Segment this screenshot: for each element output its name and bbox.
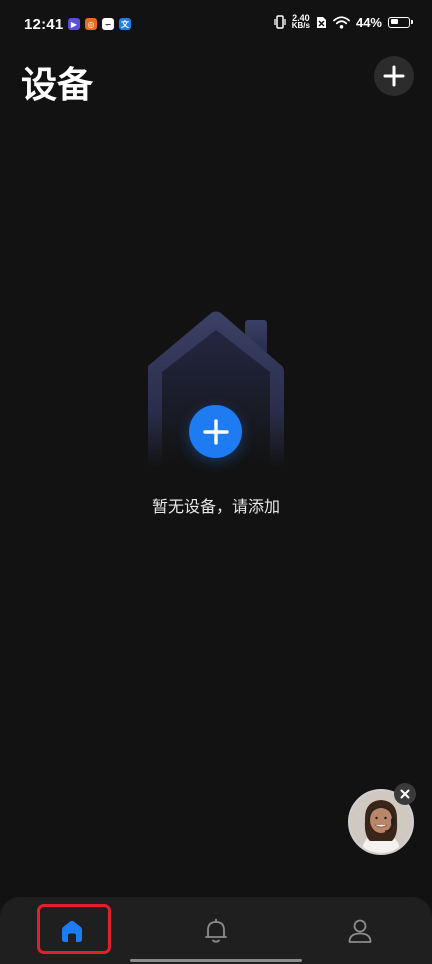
- vibrate-icon: [274, 15, 286, 29]
- empty-add-device-button[interactable]: [189, 405, 242, 458]
- battery-percent: 44%: [355, 14, 382, 30]
- status-time: 12:41: [24, 16, 64, 33]
- status-bar: 12:41 ▶ ◎ ∽ 文 2.40 KB/s 44%: [0, 0, 432, 52]
- empty-state-message: 暂无设备，请添加: [151, 499, 280, 516]
- assistant-close-button[interactable]: [394, 783, 416, 805]
- active-tab-highlight: [37, 904, 111, 954]
- cloud-app-icon: ∽: [102, 18, 114, 30]
- close-icon: [400, 789, 410, 799]
- no-sim-icon: [316, 16, 326, 28]
- nav-item-profile[interactable]: [288, 897, 432, 964]
- plus-icon: [202, 418, 229, 445]
- network-speed: 2.40 KB/s: [292, 14, 310, 30]
- battery-icon: [388, 16, 413, 28]
- page-title: 设备: [21, 64, 94, 105]
- status-right-group: 2.40 KB/s 44%: [274, 14, 413, 30]
- plus-icon: [383, 65, 405, 87]
- bell-icon: [205, 918, 227, 943]
- person-icon: [348, 919, 372, 943]
- orange-app-icon: ◎: [85, 18, 97, 30]
- notification-app-icons: ▶ ◎ ∽ 文: [68, 18, 131, 30]
- network-speed-unit: KB/s: [291, 21, 310, 30]
- battery-level: [390, 19, 398, 24]
- add-device-button[interactable]: [374, 56, 414, 96]
- wifi-icon: [333, 15, 350, 29]
- translate-app-icon: 文: [119, 18, 131, 30]
- devices-screen: 12:41 ▶ ◎ ∽ 文 2.40 KB/s 44% 设备 暂无设备，请添加: [0, 0, 432, 964]
- nav-item-notifications[interactable]: [144, 897, 288, 964]
- home-indicator[interactable]: [130, 959, 302, 962]
- video-app-icon: ▶: [68, 18, 80, 30]
